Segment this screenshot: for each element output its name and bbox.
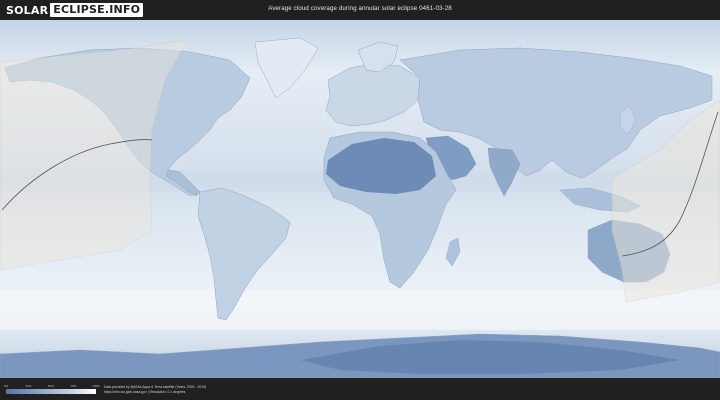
credits-line-2: https://neo.sci.gsfc.nasa.gov | Resoluti… — [104, 390, 186, 395]
legend-tick: 100% — [92, 384, 100, 388]
legend-ticks: 0% 25% 50% 75% 100% — [3, 384, 100, 388]
map-title: Average cloud coverage during annular so… — [268, 5, 452, 12]
world-map-svg — [0, 20, 720, 378]
legend-tick: 75% — [70, 384, 77, 388]
legend-tick: 25% — [25, 384, 32, 388]
southern-ocean-band — [0, 290, 720, 330]
data-credits: Data provided by NASAs Aqua & Terra sate… — [104, 385, 206, 395]
cloud-coverage-legend-bar — [6, 389, 96, 394]
cloud-coverage-map — [0, 20, 720, 378]
footer-bar: 0% 25% 50% 75% 100% Data provided by NAS… — [0, 378, 720, 400]
legend-tick: 0% — [3, 384, 9, 388]
header-bar: SOLAR ECLIPSE.INFO Average cloud coverag… — [0, 0, 720, 20]
legend-tick: 50% — [47, 384, 55, 388]
